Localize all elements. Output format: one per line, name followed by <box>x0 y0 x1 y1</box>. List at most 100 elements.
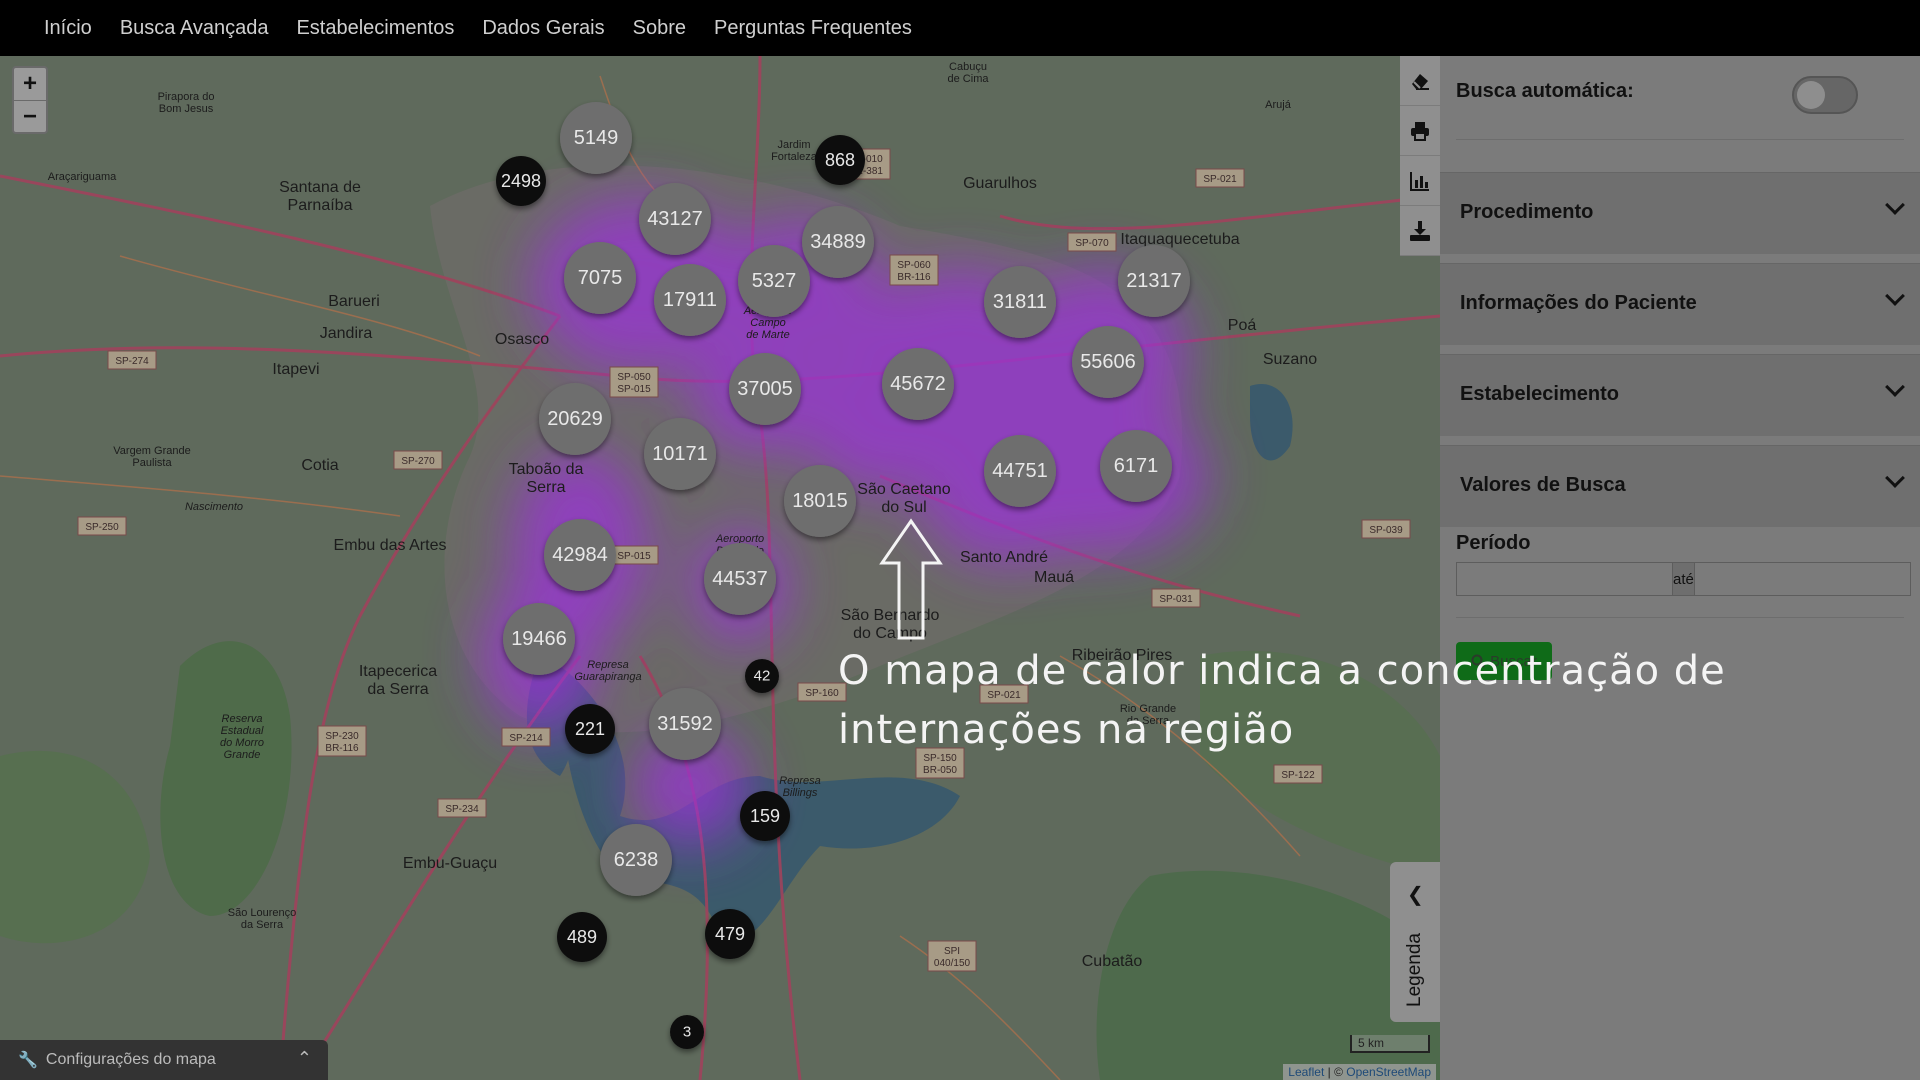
periodo-end-input[interactable] <box>1693 562 1911 596</box>
cluster-marker[interactable]: 34889 <box>802 206 874 278</box>
place-label: Santo André <box>960 549 1048 566</box>
cluster-marker[interactable]: 31811 <box>984 266 1056 338</box>
chart-button[interactable] <box>1400 156 1440 206</box>
cluster-marker[interactable]: 221 <box>565 704 615 754</box>
cluster-marker[interactable]: 6171 <box>1100 430 1172 502</box>
cluster-count: 45672 <box>890 373 946 395</box>
cluster-count: 221 <box>575 719 605 739</box>
top-navbar: Início Busca Avançada Estabelecimentos D… <box>0 0 1920 56</box>
cluster-count: 37005 <box>737 378 793 400</box>
cluster-marker[interactable]: 489 <box>557 912 607 962</box>
cluster-marker[interactable]: 18015 <box>784 465 856 537</box>
cluster-marker[interactable]: 37005 <box>729 353 801 425</box>
nav-dados-gerais[interactable]: Dados Gerais <box>482 17 604 40</box>
cluster-count: 42984 <box>552 544 608 566</box>
place-label: Araçariguama <box>48 171 117 183</box>
nav-inicio[interactable]: Início <box>44 17 92 40</box>
section-valores-busca[interactable]: Valores de Busca <box>1440 445 1920 527</box>
zoom-in-button[interactable]: + <box>14 68 46 100</box>
road-shield: SP-250 <box>77 516 127 536</box>
periodo-start-input[interactable] <box>1456 562 1673 596</box>
cluster-count: 31592 <box>657 713 713 735</box>
cluster-marker[interactable]: 10171 <box>644 418 716 490</box>
print-icon <box>1411 121 1429 141</box>
map-settings-toggle[interactable]: 🔧 Configurações do mapa ⌃ <box>0 1040 328 1080</box>
cluster-marker[interactable]: 42984 <box>544 519 616 591</box>
cluster-marker[interactable]: 55606 <box>1072 326 1144 398</box>
place-label: Guarulhos <box>963 175 1037 192</box>
road-shield: SP-122 <box>1273 764 1323 784</box>
section-informacoes-paciente[interactable]: Informações do Paciente <box>1440 263 1920 345</box>
download-icon <box>1410 220 1430 241</box>
cluster-marker[interactable]: 7075 <box>564 242 636 314</box>
cluster-marker[interactable]: 868 <box>815 135 865 185</box>
road-shield: SP-031 <box>1151 588 1201 608</box>
cluster-count: 5149 <box>574 127 619 149</box>
cluster-count: 55606 <box>1080 351 1136 373</box>
heatmap-map[interactable]: SP-010 BR-381 SP-021 SP-070 SP-060 BR-116 SP-2… <box>0 56 1440 1080</box>
cluster-marker[interactable]: 2498 <box>496 156 546 206</box>
attribution-separator: | © <box>1324 1065 1347 1079</box>
cluster-marker[interactable]: 31592 <box>649 688 721 760</box>
chevron-down-icon <box>1885 286 1905 306</box>
cluster-marker[interactable]: 19466 <box>503 603 575 675</box>
svg-text:SP-031: SP-031 <box>1159 594 1193 605</box>
cluster-count: 489 <box>567 927 597 947</box>
svg-text:BR-116: BR-116 <box>325 743 359 754</box>
cluster-count: 6171 <box>1114 455 1159 477</box>
nav-sobre[interactable]: Sobre <box>633 17 686 40</box>
cluster-marker[interactable]: 159 <box>740 791 790 841</box>
cluster-marker[interactable]: 45672 <box>882 348 954 420</box>
cluster-count: 6238 <box>614 849 659 871</box>
filter-sidebar: Busca automática: Procedimento Informaçõ… <box>1440 56 1920 1080</box>
auto-search-toggle[interactable] <box>1792 76 1858 114</box>
cluster-count: 31811 <box>993 291 1047 313</box>
eraser-button[interactable] <box>1400 56 1440 106</box>
osm-link[interactable]: OpenStreetMap <box>1346 1065 1431 1079</box>
section-title: Informações do Paciente <box>1460 292 1697 314</box>
place-label: Osasco <box>495 331 549 348</box>
cluster-marker[interactable]: 5149 <box>560 102 632 174</box>
nav-estabelecimentos[interactable]: Estabelecimentos <box>296 17 454 40</box>
road-shield: SP-234 <box>437 798 487 818</box>
legend-toggle[interactable]: ❮ Legenda <box>1390 862 1440 1022</box>
place-label: Itapevi <box>272 361 319 378</box>
cluster-marker[interactable]: 20629 <box>539 383 611 455</box>
cluster-marker[interactable]: 42 <box>745 659 779 693</box>
leaflet-link[interactable]: Leaflet <box>1288 1065 1324 1079</box>
map-canvas[interactable]: SP-010BR-381SP-021SP-070SP-060BR-116SP-2… <box>0 56 1440 1080</box>
tutorial-message: O mapa de calor indica a concentração de… <box>838 648 1726 753</box>
cluster-marker[interactable]: 44751 <box>984 435 1056 507</box>
cluster-count: 18015 <box>792 490 848 512</box>
section-procedimento[interactable]: Procedimento <box>1440 172 1920 254</box>
place-label: Barueri <box>328 293 380 310</box>
download-button[interactable] <box>1400 206 1440 256</box>
cluster-marker[interactable]: 44537 <box>704 543 776 615</box>
cluster-count: 19466 <box>511 628 567 650</box>
print-button[interactable] <box>1400 106 1440 156</box>
zoom-out-button[interactable]: − <box>14 100 46 132</box>
svg-text:040/150: 040/150 <box>934 958 971 969</box>
legend-label: Legenda <box>1404 933 1425 1007</box>
cluster-count: 3 <box>683 1024 691 1041</box>
road-shield: SP-039 <box>1361 519 1411 539</box>
map-scale: 5 km <box>1350 1035 1430 1053</box>
cluster-marker[interactable]: 6238 <box>600 824 672 896</box>
cluster-marker[interactable]: 479 <box>705 909 755 959</box>
svg-text:BR-116: BR-116 <box>897 272 931 283</box>
cluster-marker[interactable]: 43127 <box>639 183 711 255</box>
place-label: Pirapora do Bom Jesus <box>158 91 215 115</box>
nav-perguntas-frequentes[interactable]: Perguntas Frequentes <box>714 17 912 40</box>
cluster-marker[interactable]: 3 <box>670 1015 704 1049</box>
cluster-marker[interactable]: 5327 <box>738 245 810 317</box>
place-label: Embu-Guaçu <box>403 855 497 872</box>
place-label: Reserva Estadual do Morro Grande <box>220 713 264 761</box>
cluster-count: 44537 <box>712 568 768 590</box>
cluster-marker[interactable]: 21317 <box>1118 245 1190 317</box>
svg-text:SP-070: SP-070 <box>1075 238 1109 249</box>
section-title: Procedimento <box>1460 201 1594 223</box>
nav-busca-avancada[interactable]: Busca Avançada <box>120 17 269 40</box>
cluster-marker[interactable]: 17911 <box>654 264 726 336</box>
section-estabelecimento[interactable]: Estabelecimento <box>1440 354 1920 436</box>
auto-search-row: Busca automática: <box>1456 56 1904 140</box>
